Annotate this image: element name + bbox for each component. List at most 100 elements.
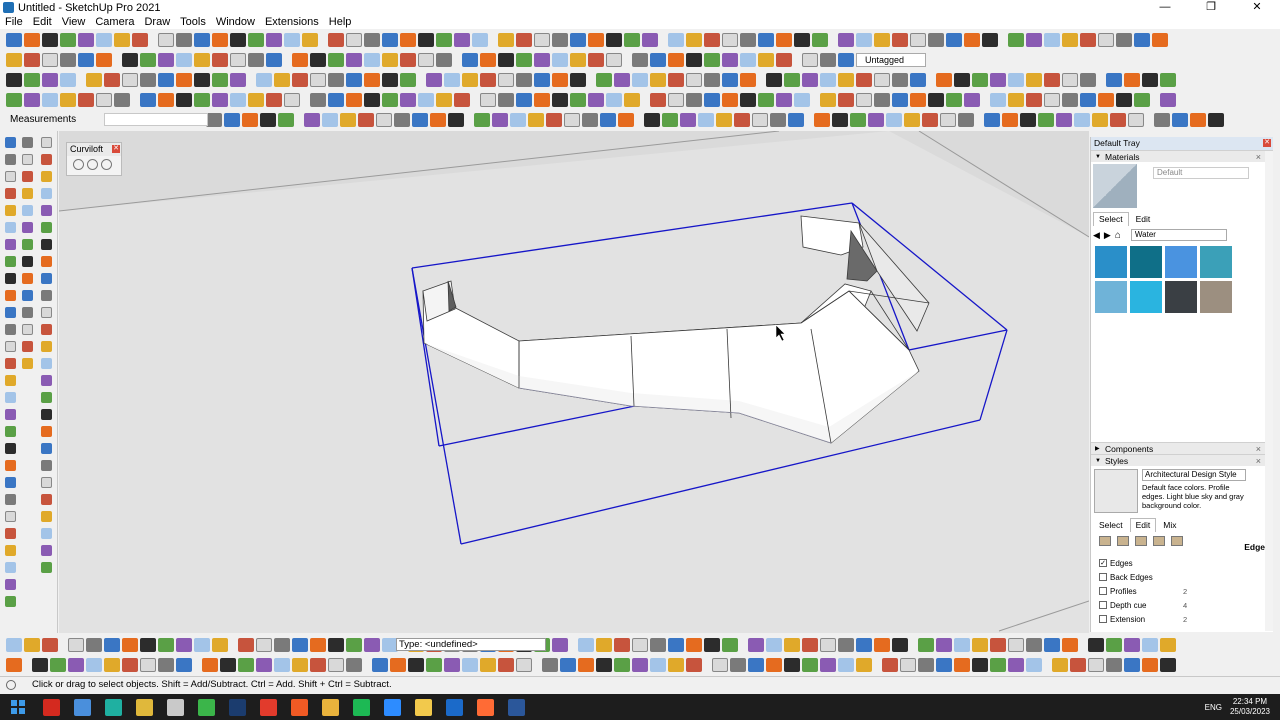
toolbar-tool-icon[interactable] (516, 73, 532, 87)
toolbar-tool-icon[interactable] (1062, 93, 1078, 107)
toolbar-tool-icon[interactable] (346, 93, 362, 107)
toolbar-tool-icon[interactable] (32, 658, 48, 672)
sketchup-icon[interactable] (260, 698, 277, 716)
toolbar-tool-icon[interactable] (784, 73, 800, 87)
toolbar-tool-icon[interactable] (194, 73, 210, 87)
toolbar-tool-icon[interactable] (6, 658, 22, 672)
toolbar-tool-icon[interactable] (176, 33, 192, 47)
toolbar-tool-icon[interactable] (400, 93, 416, 107)
toolbar-tool-icon[interactable] (1008, 33, 1024, 47)
toolbar-tool-icon[interactable] (542, 658, 558, 672)
toolbar-tool-icon[interactable] (740, 73, 756, 87)
edge-option-checkbox[interactable] (1099, 587, 1107, 595)
toolbar-tool-icon[interactable] (758, 53, 774, 67)
toolbar-tool-icon[interactable] (716, 113, 732, 127)
toolbar-tool-icon[interactable] (256, 658, 272, 672)
toolbar-tool-icon[interactable] (394, 113, 410, 127)
toolbar-tool-icon[interactable] (516, 53, 532, 67)
mail-icon[interactable] (446, 698, 463, 716)
drawing-tool-icon[interactable] (5, 324, 16, 335)
materials-tab-edit[interactable]: Edit (1130, 212, 1157, 226)
toolbar-tool-icon[interactable] (1110, 113, 1126, 127)
toolbar-tool-icon[interactable] (220, 658, 236, 672)
toolbar-tool-icon[interactable] (680, 113, 696, 127)
toolbar-tool-icon[interactable] (910, 33, 926, 47)
measurements-input[interactable] (104, 112, 209, 126)
toolbar-tool-icon[interactable] (1134, 33, 1150, 47)
toolbar-tool-icon[interactable] (448, 113, 464, 127)
sketchup-active-icon[interactable] (508, 698, 525, 716)
toolbar-tool-icon[interactable] (436, 93, 452, 107)
edge-option-row[interactable]: Extension 2 (1091, 612, 1273, 626)
toolbar-tool-icon[interactable] (1106, 73, 1122, 87)
toolbar-tool-icon[interactable] (248, 33, 264, 47)
toolbar-tool-icon[interactable] (104, 638, 120, 652)
background-settings-icon[interactable] (1135, 536, 1147, 546)
drawing-tool-icon[interactable] (22, 171, 33, 182)
drawing-tool-icon[interactable] (41, 443, 52, 454)
toolbar-tool-icon[interactable] (382, 93, 398, 107)
toolbar-tool-icon[interactable] (668, 93, 684, 107)
toolbar-tool-icon[interactable] (668, 638, 684, 652)
toolbar-tool-icon[interactable] (498, 93, 514, 107)
toolbar-tool-icon[interactable] (552, 53, 568, 67)
toolbar-tool-icon[interactable] (1044, 93, 1060, 107)
toolbar-tool-icon[interactable] (900, 658, 916, 672)
toolbar-tool-icon[interactable] (1088, 638, 1104, 652)
toolbar-tool-icon[interactable] (614, 638, 630, 652)
toolbar-tool-icon[interactable] (1062, 638, 1078, 652)
toolbar-tool-icon[interactable] (1106, 658, 1122, 672)
menu-file[interactable]: File (0, 15, 28, 29)
toolbar-tool-icon[interactable] (274, 638, 290, 652)
toolbar-tool-icon[interactable] (1044, 638, 1060, 652)
toolbar-tool-icon[interactable] (194, 638, 210, 652)
toolbar-tool-icon[interactable] (722, 638, 738, 652)
material-swatch[interactable] (1095, 246, 1127, 278)
toolbar-tool-icon[interactable] (954, 658, 970, 672)
toolbar-tool-icon[interactable] (114, 33, 130, 47)
drawing-tool-icon[interactable] (5, 562, 16, 573)
toolbar-tool-icon[interactable] (734, 113, 750, 127)
toolbar-tool-icon[interactable] (364, 53, 380, 67)
toolbar-tool-icon[interactable] (838, 53, 854, 67)
menu-camera[interactable]: Camera (90, 15, 139, 29)
modeling-viewport[interactable] (59, 131, 1089, 633)
menu-help[interactable]: Help (324, 15, 357, 29)
materials-library-select[interactable]: Water (1130, 229, 1227, 241)
toolbar-tool-icon[interactable] (104, 73, 120, 87)
toolbar-tool-icon[interactable] (1160, 658, 1176, 672)
photoshop-icon[interactable] (229, 698, 246, 716)
language-indicator[interactable]: ENG (1205, 703, 1222, 712)
toolbar-tool-icon[interactable] (510, 113, 526, 127)
toolbar-tool-icon[interactable] (892, 33, 908, 47)
toolbar-tool-icon[interactable] (1020, 113, 1036, 127)
start-button[interactable] (0, 694, 36, 720)
toolbar-tool-icon[interactable] (462, 73, 478, 87)
toolbar-tool-icon[interactable] (140, 93, 156, 107)
menu-extensions[interactable]: Extensions (260, 15, 324, 29)
toolbar-tool-icon[interactable] (480, 658, 496, 672)
toolbar-tool-icon[interactable] (766, 658, 782, 672)
toolbar-tool-icon[interactable] (1098, 33, 1114, 47)
toolbar-tool-icon[interactable] (632, 658, 648, 672)
toolbar-tool-icon[interactable] (552, 73, 568, 87)
toolbar-tool-icon[interactable] (946, 93, 962, 107)
toolbar-tool-icon[interactable] (86, 658, 102, 672)
toolbar-tool-icon[interactable] (444, 658, 460, 672)
toolbar-tool-icon[interactable] (96, 53, 112, 67)
toolbar-tool-icon[interactable] (492, 113, 508, 127)
toolbar-tool-icon[interactable] (588, 53, 604, 67)
toolbar-tool-icon[interactable] (1070, 658, 1086, 672)
toolbar-tool-icon[interactable] (704, 93, 720, 107)
toolbar-tool-icon[interactable] (712, 658, 728, 672)
toolbar-tool-icon[interactable] (346, 53, 362, 67)
toolbar-tool-icon[interactable] (990, 638, 1006, 652)
drawing-tool-icon[interactable] (41, 511, 52, 522)
toolbar-tool-icon[interactable] (1026, 93, 1042, 107)
toolbar-tool-icon[interactable] (856, 33, 872, 47)
toolbar-tool-icon[interactable] (212, 53, 228, 67)
drawing-tool-icon[interactable] (22, 137, 33, 148)
toolbar-tool-icon[interactable] (472, 33, 488, 47)
drawing-tool-icon[interactable] (5, 205, 16, 216)
toolbar-tool-icon[interactable] (6, 73, 22, 87)
